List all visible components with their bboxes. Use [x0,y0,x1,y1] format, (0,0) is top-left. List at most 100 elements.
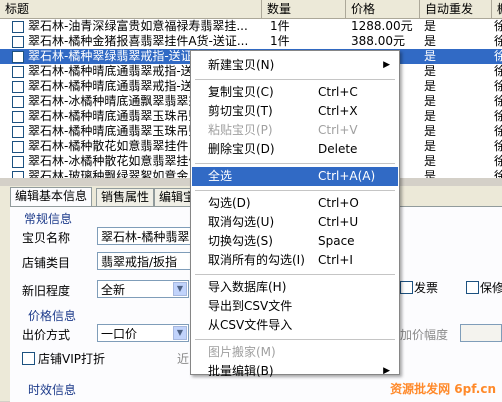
condition-label: 新旧程度 [22,284,71,298]
invoice-label: 发票 [414,281,439,295]
condition-value: 全新 [101,283,126,297]
menu-separator [195,163,395,164]
column-header-extra[interactable]: 橱 [492,0,502,18]
menu-item-label: 全选 [208,169,233,183]
menu-item[interactable]: 批量编辑(B) ▶ [192,362,398,381]
row-checkbox[interactable] [12,66,24,78]
cell-auto-relist: 是 [424,139,437,153]
table-row[interactable]: 翠石林-橘种金猪报喜翡翠挂件A货-送证... 1件 388.00元 是 徐 [0,34,502,49]
tab-sales-attributes[interactable]: 销售属性 [96,188,155,206]
row-checkbox[interactable] [12,96,24,108]
context-menu: 新建宝贝(N) ▶ 复制宝贝(C) Ctrl+C 剪切宝贝(T) Ctrl+X 粘贴宝贝(P… [190,50,400,378]
menu-item[interactable]: 切换勾选(S) Space [192,232,398,251]
price-method-label: 出价方式 [22,328,71,342]
menu-item-label: 复制宝贝(C) [208,85,274,99]
menu-item-shortcut: Ctrl+X [318,104,358,118]
menu-item[interactable]: 导入数据库(H) [192,278,398,297]
category-field[interactable]: 翡翠戒指/扳指 [97,252,193,270]
warranty-label: 保修 [480,281,502,295]
column-header-auto-relist[interactable]: 自动重发 [420,0,492,18]
row-checkbox[interactable] [12,51,24,63]
chevron-down-icon[interactable]: ▼ [173,326,187,340]
row-checkbox[interactable] [12,111,24,123]
item-name-input[interactable]: 翠石林-橘种翡翠 [97,227,193,245]
menu-item-label: 勾选(D) [208,196,251,210]
table-row[interactable]: 翠石林-油青深绿富贵如意福禄寿翡翠挂... 1件 1288.00元是 徐 [0,19,502,34]
menu-item[interactable]: 删除宝贝(D) Delete [192,140,398,159]
cell-extra: 徐 [494,19,502,33]
menu-separator [195,339,395,340]
menu-separator [195,79,395,80]
vip-discount-label: 店铺VIP打折 [38,352,105,366]
cell-auto-relist: 是 [424,154,437,168]
menu-item-label: 从CSV文件导入 [208,318,293,332]
menu-item[interactable]: 全选 Ctrl+A(A) [192,167,398,186]
menu-item[interactable]: 取消所有的勾选(I) Ctrl+I [192,251,398,270]
price-method-select[interactable]: 一口价 ▼ [97,324,189,342]
column-header-price[interactable]: 价格 [346,0,420,18]
vip-discount-checkbox[interactable] [22,352,35,365]
cell-extra: 徐 [494,169,502,178]
menu-item[interactable]: 导出到CSV文件 [192,297,398,316]
cell-auto-relist: 是 [424,169,437,178]
chevron-down-icon[interactable]: ▼ [173,282,187,296]
menu-item[interactable]: 新建宝贝(N) ▶ [192,56,398,75]
menu-item-shortcut: Ctrl+A(A) [318,169,376,183]
cell-extra: 徐 [494,94,502,108]
menu-item-label: 删除宝贝(D) [208,142,275,156]
menu-item[interactable]: 从CSV文件导入 [192,316,398,335]
group-title-price: 价格信息 [28,309,77,323]
cell-auto-relist: 是 [424,124,437,138]
cell-extra: 徐 [494,49,502,63]
cell-extra: 徐 [494,34,502,48]
row-checkbox[interactable] [12,36,24,48]
cell-price: 388.00元 [351,34,405,48]
warranty-checkbox[interactable] [466,281,479,294]
column-header-title[interactable]: 标题 [0,0,262,18]
menu-item-shortcut: Delete [318,142,358,156]
menu-separator [195,274,395,275]
watermark-text: 资源批发网 6pf.cn [390,382,496,396]
cell-price: 1288.00元 [351,19,413,33]
menu-item[interactable]: 图片搬家(M) [192,343,398,362]
table-header: 标题 数量 价格 自动重发 橱 [0,0,502,19]
row-checkbox[interactable] [12,171,24,178]
menu-item[interactable]: 取消勾选(U) Ctrl+U [192,213,398,232]
tab-basic-info[interactable]: 编辑基本信息 [10,187,93,207]
cell-auto-relist: 是 [424,109,437,123]
cell-extra: 徐 [494,139,502,153]
cell-auto-relist: 是 [424,94,437,108]
increment-input[interactable] [460,324,502,342]
item-name-label: 宝贝名称 [22,231,71,245]
row-checkbox[interactable] [12,21,24,33]
menu-item[interactable]: 粘贴宝贝(P) Ctrl+V [192,121,398,140]
group-title-time: 时效信息 [28,383,77,397]
column-header-quantity[interactable]: 数量 [262,0,346,18]
menu-item-label: 取消所有的勾选(I) [208,253,305,267]
menu-item[interactable]: 剪切宝贝(T) Ctrl+X [192,102,398,121]
cell-auto-relist: 是 [424,79,437,93]
condition-select[interactable]: 全新 ▼ [97,280,189,298]
menu-item-shortcut: Ctrl+O [318,196,359,210]
row-checkbox[interactable] [12,141,24,153]
cell-quantity: 1件 [270,19,290,33]
cell-auto-relist: 是 [424,34,437,48]
cell-auto-relist: 是 [424,49,437,63]
menu-item-label: 新建宝贝(N) [208,58,275,72]
menu-item[interactable]: 勾选(D) Ctrl+O [192,194,398,213]
menu-item-label: 导入数据库(H) [208,280,287,294]
cell-title: 翠石林-橘种金猪报喜翡翠挂件A货-送证... [28,34,249,48]
row-checkbox[interactable] [12,81,24,93]
row-checkbox[interactable] [12,126,24,138]
cell-extra: 徐 [494,124,502,138]
menu-item-label: 粘贴宝贝(P) [208,123,273,137]
group-title-general: 常规信息 [24,212,73,226]
submenu-arrow-icon: ▶ [383,366,390,376]
cell-extra: 徐 [494,79,502,93]
invoice-checkbox[interactable] [400,281,413,294]
menu-item-label: 图片搬家(M) [208,345,276,359]
menu-item[interactable]: 复制宝贝(C) Ctrl+C [192,83,398,102]
category-label: 店铺类目 [22,256,71,270]
row-checkbox[interactable] [12,156,24,168]
cell-auto-relist: 是 [424,19,437,33]
